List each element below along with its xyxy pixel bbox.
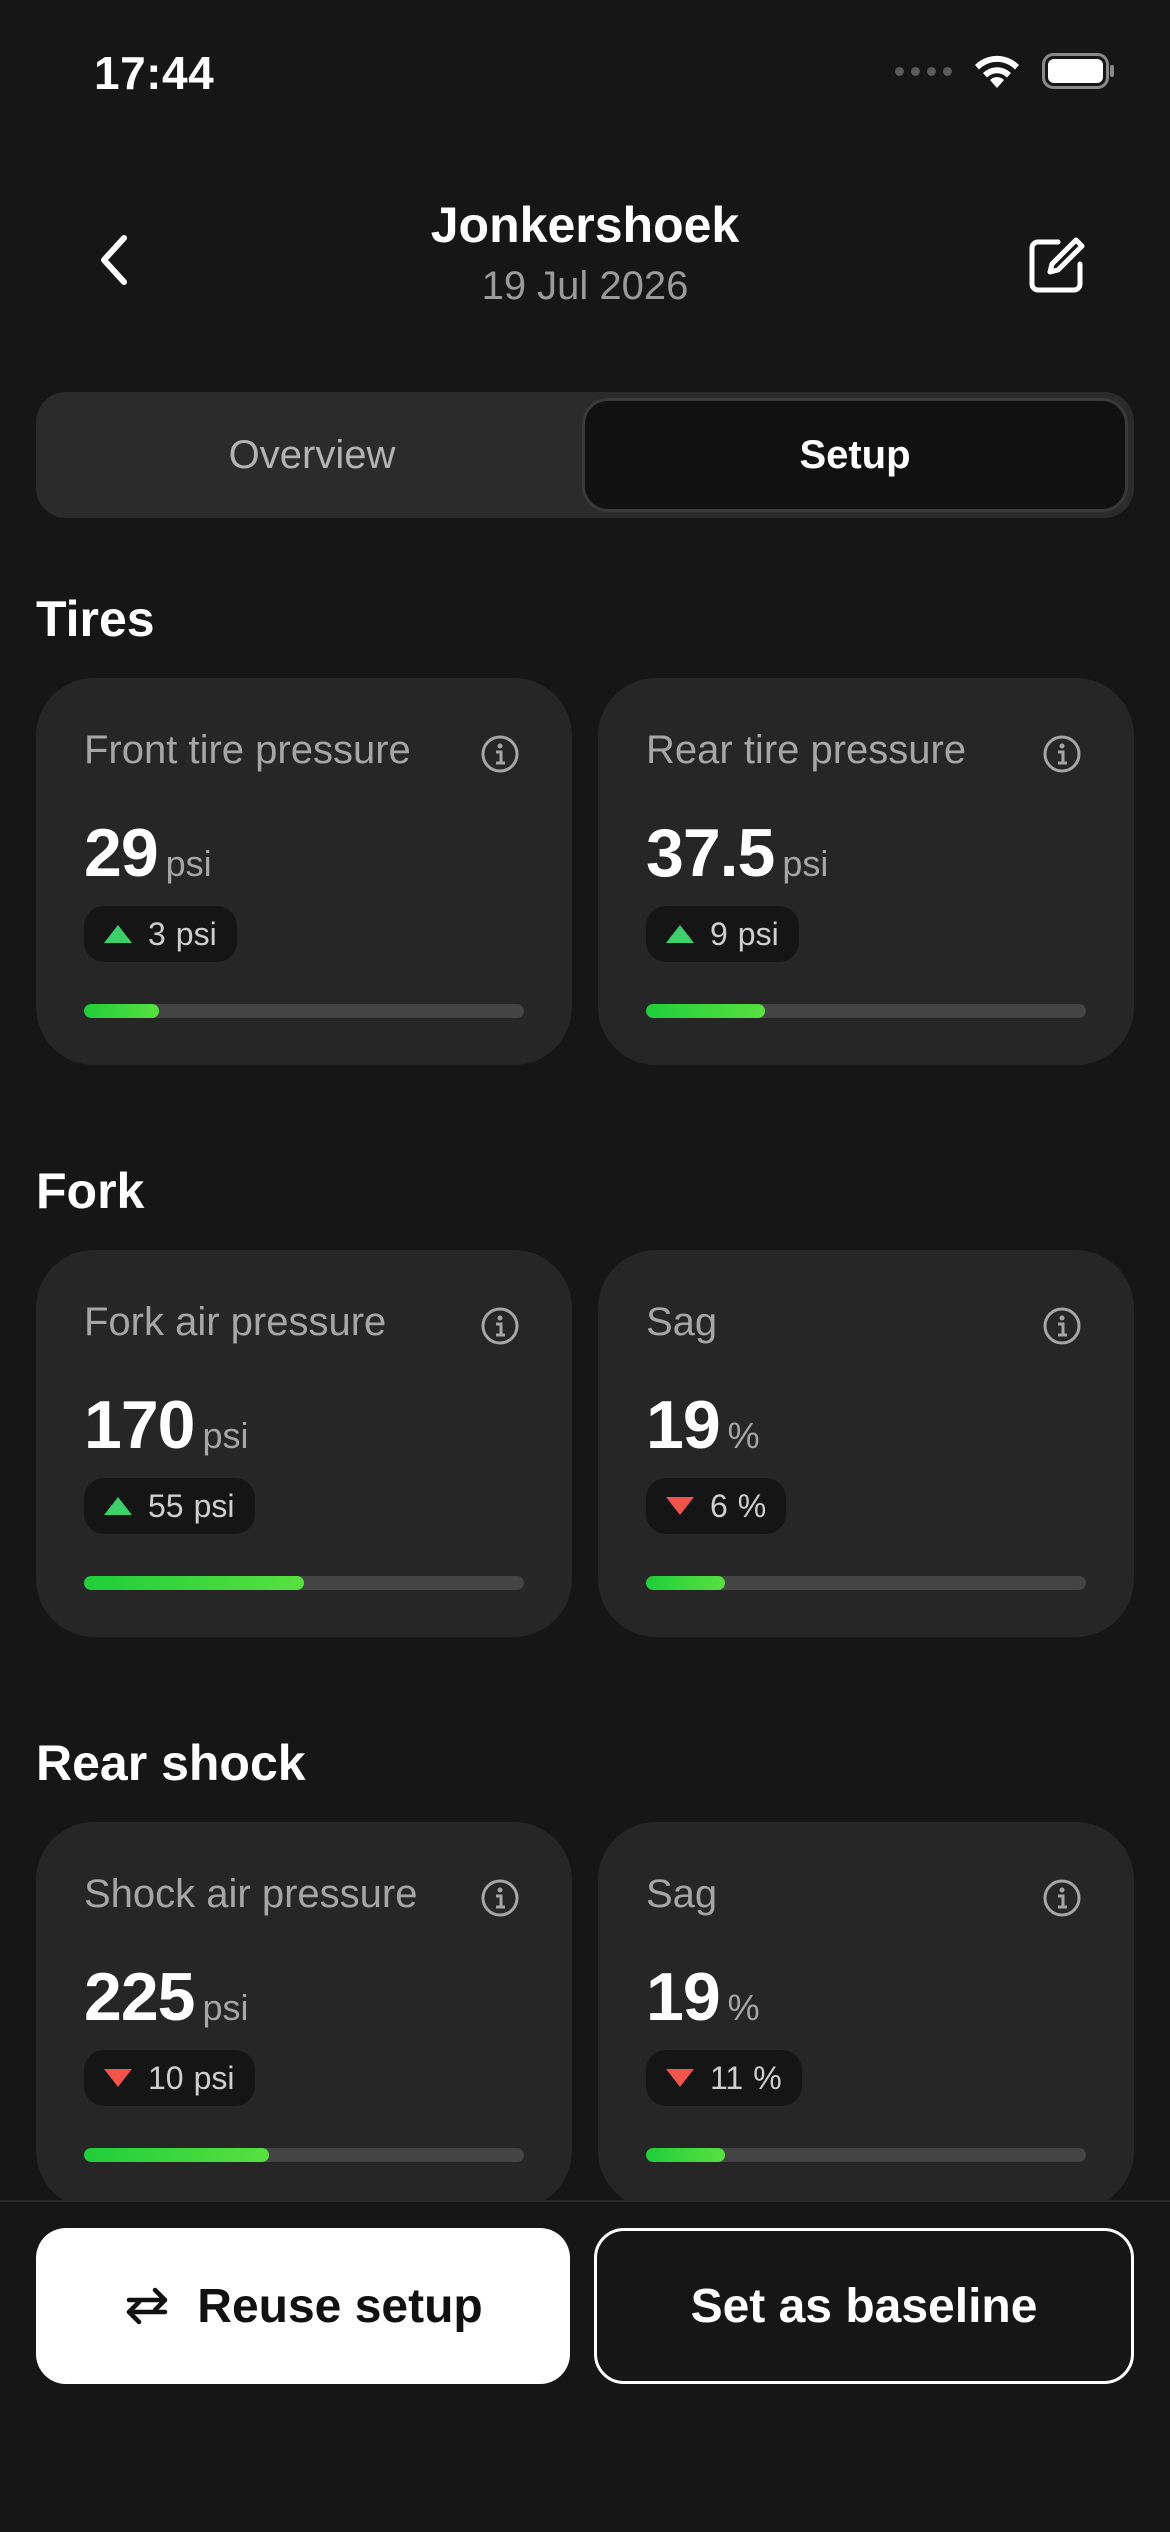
cellular-signal-icon	[895, 66, 952, 76]
metric-label: Sag	[646, 1872, 718, 1916]
tab-overview[interactable]: Overview	[42, 398, 582, 512]
metric-value: 170 psi	[84, 1386, 249, 1464]
metric-card-rear-tire-pressure[interactable]: Rear tire pressure 37.5 psi 9 psi	[598, 678, 1134, 1065]
edit-icon	[1029, 237, 1085, 293]
metric-label: Front tire pressure	[84, 728, 411, 772]
section-title-fork: Fork	[36, 1163, 145, 1219]
metric-value-number: 170	[84, 1387, 195, 1463]
info-icon[interactable]	[480, 1306, 520, 1346]
set-as-baseline-button[interactable]: Set as baseline	[594, 2228, 1134, 2384]
metric-value-unit: %	[727, 1415, 760, 1456]
metric-value-unit: psi	[202, 1415, 249, 1456]
progress-bar	[646, 1004, 1086, 1018]
metric-value-number: 29	[84, 815, 159, 891]
cards-row-tires: Front tire pressure 29 psi 3 psi Rear ti…	[36, 678, 1134, 1065]
arrow-up-icon	[666, 925, 694, 943]
header-center: Jonkershoek 19 Jul 2026	[0, 196, 1170, 309]
progress-bar	[646, 2148, 1086, 2162]
edit-button[interactable]	[1016, 226, 1096, 306]
arrow-down-icon	[666, 2069, 694, 2087]
tab-setup[interactable]: Setup	[582, 398, 1128, 512]
arrow-down-icon	[104, 2069, 132, 2087]
delta-badge: 10 psi	[84, 2050, 255, 2106]
metric-label: Fork air pressure	[84, 1300, 387, 1344]
page-title: Jonkershoek	[430, 197, 740, 253]
delta-value: 3	[148, 915, 166, 952]
metric-card-shock-sag[interactable]: Sag 19 % 11 %	[598, 1822, 1134, 2209]
metric-value: 19 %	[646, 1386, 760, 1464]
delta-value: 55	[148, 1487, 184, 1524]
bottom-action-bar: Reuse setup Set as baseline	[0, 2200, 1170, 2532]
delta-unit: psi	[193, 2059, 235, 2096]
cards-row-fork: Fork air pressure 170 psi 55 psi Sag 19 …	[36, 1250, 1134, 1637]
delta-value: 6	[710, 1487, 728, 1524]
arrow-down-icon	[666, 1497, 694, 1515]
progress-fill	[646, 1576, 726, 1590]
metric-value-number: 37.5	[646, 815, 775, 891]
metric-value-unit: psi	[165, 843, 212, 884]
progress-bar	[646, 1576, 1086, 1590]
metric-card-shock-air-pressure[interactable]: Shock air pressure 225 psi 10 psi	[36, 1822, 572, 2209]
metric-label: Rear tire pressure	[646, 728, 967, 772]
delta-badge: 11 %	[646, 2050, 802, 2106]
cards-row-rear-shock: Shock air pressure 225 psi 10 psi Sag 19…	[36, 1822, 1134, 2209]
wifi-icon	[975, 55, 1019, 88]
reuse-setup-button[interactable]: Reuse setup	[36, 2228, 570, 2384]
battery-icon	[1042, 53, 1114, 89]
metric-card-front-tire-pressure[interactable]: Front tire pressure 29 psi 3 psi	[36, 678, 572, 1065]
view-segmented-control: Overview Setup	[36, 392, 1134, 518]
screen: 17:44 Jonkershoek 19 Jul 2026 Overview S…	[0, 0, 1170, 2532]
progress-fill	[646, 1004, 765, 1018]
info-icon[interactable]	[1042, 734, 1082, 774]
reuse-setup-label: Reuse setup	[197, 2279, 483, 2333]
progress-fill	[646, 2148, 726, 2162]
delta-value: 10	[148, 2059, 184, 2096]
metric-value-number: 19	[646, 1959, 721, 2035]
metric-label: Shock air pressure	[84, 1872, 418, 1916]
delta-unit: psi	[737, 915, 779, 952]
delta-badge: 9 psi	[646, 906, 799, 962]
progress-bar	[84, 1576, 524, 1590]
metric-value: 37.5 psi	[646, 814, 828, 892]
delta-unit: psi	[175, 915, 217, 952]
status-bar: 17:44	[0, 0, 1170, 150]
progress-bar	[84, 1004, 524, 1018]
info-icon[interactable]	[480, 734, 520, 774]
info-icon[interactable]	[1042, 1306, 1082, 1346]
section-title-tires: Tires	[36, 591, 155, 647]
delta-badge: 3 psi	[84, 906, 237, 962]
progress-fill	[84, 1576, 304, 1590]
metric-value-number: 225	[84, 1959, 195, 2035]
nav-header: Jonkershoek 19 Jul 2026	[0, 190, 1170, 330]
metric-card-fork-sag[interactable]: Sag 19 % 6 %	[598, 1250, 1134, 1637]
metric-value: 225 psi	[84, 1958, 249, 2036]
metric-value-unit: psi	[202, 1987, 249, 2028]
section-title-rear-shock: Rear shock	[36, 1735, 306, 1791]
info-icon[interactable]	[480, 1878, 520, 1918]
info-icon[interactable]	[1042, 1878, 1082, 1918]
progress-fill	[84, 2148, 269, 2162]
page-subtitle-date: 19 Jul 2026	[481, 264, 689, 308]
metric-value-number: 19	[646, 1387, 721, 1463]
repeat-icon	[127, 2287, 168, 2325]
arrow-up-icon	[104, 925, 132, 943]
progress-fill	[84, 1004, 159, 1018]
metric-card-fork-air-pressure[interactable]: Fork air pressure 170 psi 55 psi	[36, 1250, 572, 1637]
metric-value: 19 %	[646, 1958, 760, 2036]
status-time: 17:44	[94, 47, 215, 99]
arrow-up-icon	[104, 1497, 132, 1515]
metric-value-unit: %	[727, 1987, 760, 2028]
metric-value: 29 psi	[84, 814, 212, 892]
delta-value: 11	[710, 2059, 744, 2096]
metric-label: Sag	[646, 1300, 718, 1344]
delta-unit: psi	[193, 1487, 235, 1524]
delta-badge: 55 psi	[84, 1478, 255, 1534]
delta-unit: %	[753, 2059, 782, 2096]
metric-value-unit: psi	[782, 843, 829, 884]
delta-value: 9	[710, 915, 728, 952]
delta-badge: 6 %	[646, 1478, 787, 1534]
progress-bar	[84, 2148, 524, 2162]
status-icons	[895, 52, 1116, 90]
delta-unit: %	[737, 1487, 767, 1524]
